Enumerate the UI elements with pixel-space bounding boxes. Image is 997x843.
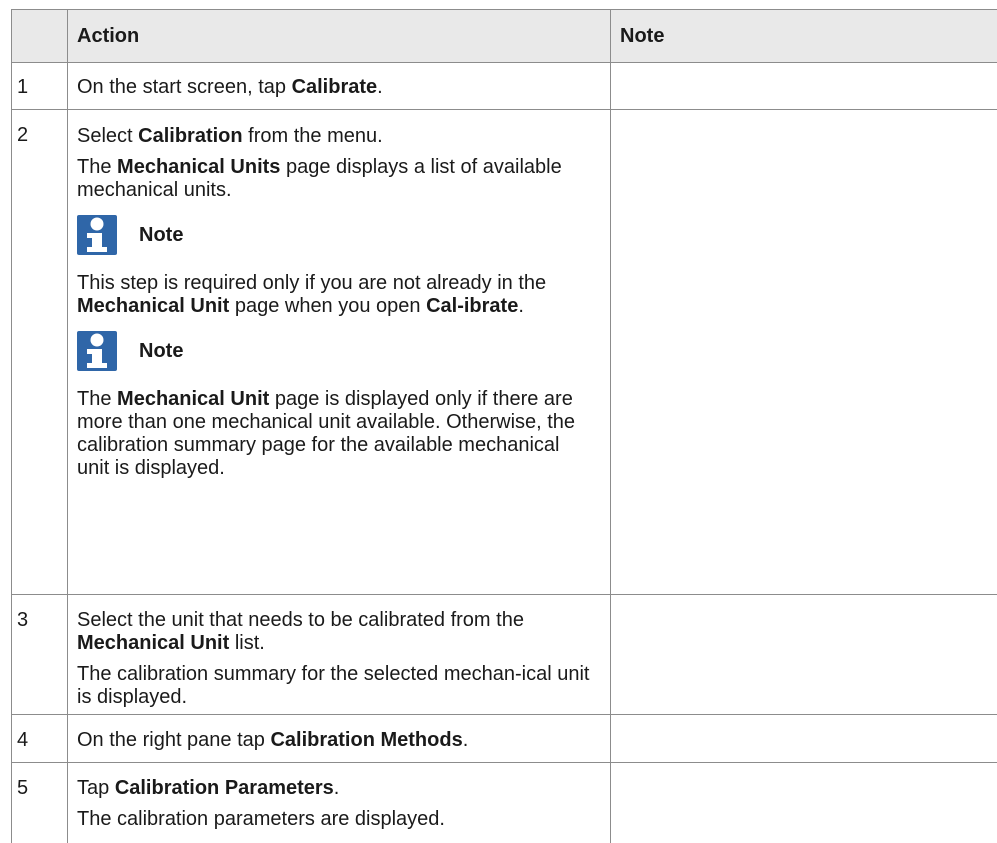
step-number: 1 [17,76,29,98]
action-text: Select Calibration from the menu. [77,125,383,147]
table-row: 1 On the start screen, tap Calibrate. [11,62,997,110]
info-person-icon [77,331,117,371]
action-cell: On the right pane tap Calibration Method… [77,729,597,760]
note-callout: Note [77,330,597,372]
action-cell: Select the unit that needs to be calibra… [77,609,597,717]
table-row: 2 Select Calibration from the menu. The … [11,110,997,595]
action-text: Select the unit that needs to be calibra… [77,609,524,654]
header-action: Action [77,25,140,47]
note-label: Note [139,223,184,246]
action-cell: On the start screen, tap Calibrate. [77,76,597,107]
action-text: The Mechanical Units page displays a lis… [77,156,562,201]
info-person-icon [77,215,117,255]
note-label: Note [139,339,184,362]
action-cell: Select Calibration from the menu. The Me… [77,125,597,488]
action-text: This step is required only if you are no… [77,272,547,317]
table-row: 5 Tap Calibration Parameters. The calibr… [11,763,997,843]
action-text: On the start screen, tap Calibrate. [77,76,383,98]
action-text: The calibration parameters are displayed… [77,808,445,830]
step-number: 4 [17,729,29,751]
header-note: Note [620,25,665,47]
step-number: 3 [17,609,29,631]
action-text: The calibration summary for the selected… [77,663,590,708]
table-row: 4 On the right pane tap Calibration Meth… [11,715,997,763]
action-cell: Tap Calibration Parameters. The calibrat… [77,777,597,839]
note-callout: Note [77,214,597,256]
procedure-table: Action Note 1 On the start screen, tap C… [11,9,997,843]
action-text: On the right pane tap Calibration Method… [77,729,469,751]
action-text: The Mechanical Unit page is displayed on… [77,388,576,479]
table-row: 3 Select the unit that needs to be calib… [11,595,997,715]
action-text: Tap Calibration Parameters. [77,777,340,799]
step-number: 5 [17,777,29,799]
step-number: 2 [17,124,29,146]
table-header-row: Action Note [11,9,997,63]
